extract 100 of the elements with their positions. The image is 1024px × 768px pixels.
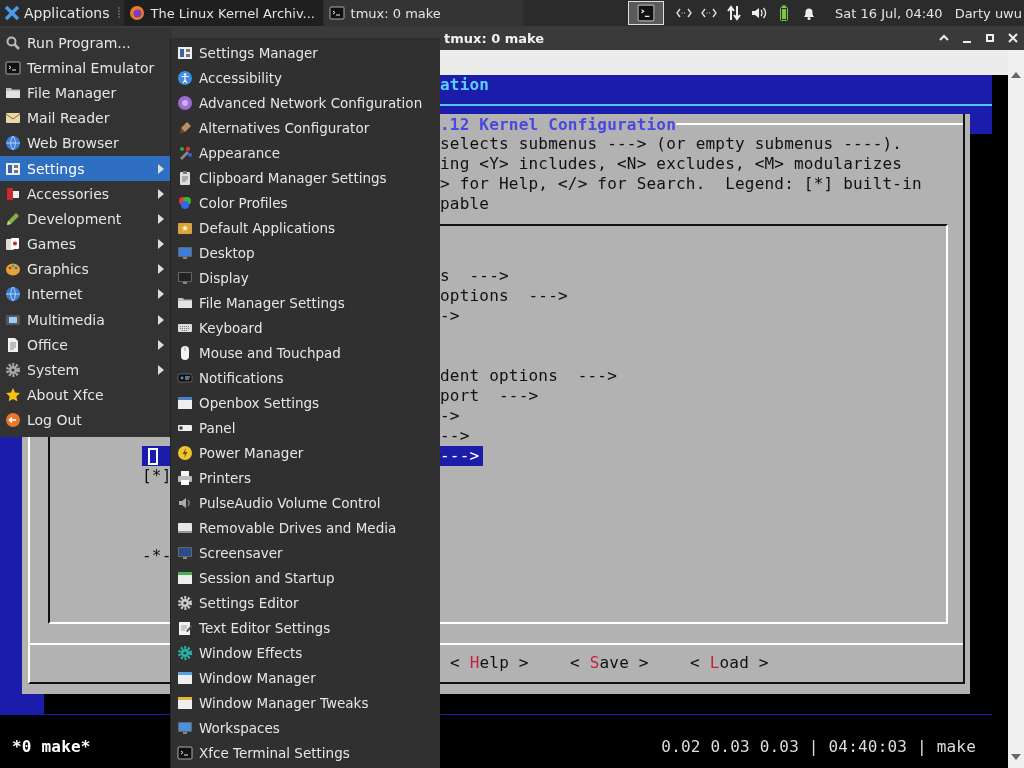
menu-entry[interactable]: [*] (142, 466, 172, 486)
maximize-icon (983, 32, 996, 44)
browser-icon (128, 5, 145, 21)
menu-item[interactable]: Alternatives Configurator (171, 115, 440, 140)
document-icon (5, 336, 21, 353)
menu-item[interactable]: PulseAudio Volume Control (171, 490, 440, 515)
terminal-icon (637, 4, 656, 22)
transfer-icon[interactable] (726, 5, 743, 21)
clock[interactable]: Sat 16 Jul, 04:40 (835, 5, 943, 21)
menu-entry[interactable]: dent options ---> (440, 366, 617, 386)
caret-icon (158, 289, 164, 300)
dialog-title: .12 Kernel Configuration (440, 114, 676, 134)
grid-icon (177, 44, 193, 61)
brush-icon (177, 119, 193, 136)
menu-entry[interactable]: port ---> (440, 386, 539, 406)
help-text: ing <Y> includes, <N> excludes, <M> modularizes (440, 154, 903, 173)
scrollbar[interactable] (1008, 50, 1024, 768)
menu-item[interactable]: Web Browser (0, 130, 172, 156)
pencil-icon (5, 210, 21, 227)
help-text: > for Help, </> for Search. Legend: [*] built-in (440, 174, 922, 193)
menu-item[interactable]: Mouse and Touchpad (171, 340, 440, 365)
menu-entry[interactable]: options ---> (440, 286, 568, 306)
menu-item[interactable]: Display (171, 265, 440, 290)
monitor-icon (177, 719, 193, 736)
menu-item[interactable]: Removable Drives and Media (171, 515, 440, 540)
menu-entry[interactable]: -> (440, 406, 460, 426)
menu-item[interactable]: Text Editor Settings (171, 615, 440, 640)
menu-item[interactable]: Settings Manager (171, 40, 440, 65)
dialog-button[interactable]: < Load > (690, 653, 769, 672)
menu-entry[interactable]: -*- (142, 546, 172, 566)
terminal-icon (5, 59, 21, 76)
menu-entry[interactable]: -> (440, 306, 460, 326)
lightning-icon (177, 444, 193, 461)
menu-item[interactable]: Color Profiles (171, 190, 440, 215)
menu-item[interactable]: Settings Editor (171, 590, 440, 615)
menu-item[interactable]: System (0, 357, 172, 383)
user-name[interactable]: Darty uwu (954, 5, 1022, 21)
cross-icon (4, 5, 20, 21)
menu-item[interactable]: Window Effects (171, 640, 440, 665)
star-icon (5, 387, 21, 404)
menu-item[interactable]: Accessories (0, 181, 172, 207)
menu-item[interactable]: Office (0, 332, 172, 358)
menu-item[interactable]: Screensaver (171, 540, 440, 565)
terminal-launcher-button[interactable] (628, 1, 665, 25)
menu-item[interactable]: File Manager Settings (171, 290, 440, 315)
menu-item[interactable]: Multimedia (0, 307, 172, 333)
menu-item[interactable]: Workspaces (171, 715, 440, 740)
menu-item[interactable]: Advanced Network Configuration (171, 90, 440, 115)
gear-icon (177, 594, 193, 611)
help-text: pable (440, 194, 490, 213)
caret-icon (158, 264, 164, 275)
menu-item[interactable]: Appearance (171, 140, 440, 165)
dialog-button[interactable]: < Help > (450, 653, 529, 672)
color-circles-icon (177, 194, 193, 211)
window-title: tmux: 0 make (444, 30, 545, 46)
menu-item[interactable]: Mail Reader (0, 105, 172, 131)
globe-icon (5, 286, 21, 303)
menu-item[interactable]: Power Manager (171, 440, 440, 465)
task-button[interactable]: The Linux Kernel Archiv... (123, 0, 324, 26)
menu-item[interactable]: Window Manager Tweaks (171, 690, 440, 715)
menu-item[interactable]: Notifications (171, 365, 440, 390)
menu-item[interactable]: Printers (171, 465, 440, 490)
menu-item[interactable]: Terminal Emulator (0, 55, 172, 81)
menu-item[interactable]: Log Out (0, 407, 172, 433)
menu-entry[interactable]: s ---> (440, 266, 509, 286)
menu-item[interactable]: Settings (0, 155, 172, 182)
gear-icon (5, 362, 21, 379)
accessibility-icon (177, 69, 193, 86)
menu-item[interactable]: Accessibility (171, 65, 440, 90)
menu-item[interactable]: About Xfce (0, 382, 172, 408)
caret-icon (158, 213, 164, 224)
grid-icon (5, 160, 21, 177)
caret-icon (158, 339, 164, 350)
menu-item[interactable]: Desktop (171, 240, 440, 265)
menu-entry[interactable]: --> (440, 426, 470, 446)
menu-item[interactable]: Panel (171, 415, 440, 440)
menu-item[interactable]: Run Program... (0, 30, 172, 56)
menu-item[interactable]: Openbox Settings (171, 390, 440, 415)
volume-icon[interactable] (751, 5, 768, 21)
menu-item[interactable]: Internet (0, 281, 172, 308)
menu-item[interactable]: Session and Startup (171, 565, 440, 590)
scroll-down-icon[interactable] (1011, 754, 1021, 760)
menu-item[interactable]: Games (0, 231, 172, 257)
menu-item[interactable]: Xfce Terminal Settings (171, 740, 440, 765)
menu-item[interactable]: Graphics (0, 256, 172, 282)
menu-item[interactable]: Window Manager (171, 665, 440, 690)
cursor (148, 447, 158, 465)
menu-item[interactable]: Clipboard Manager Settings (171, 165, 440, 190)
clipboard-icon (177, 169, 193, 186)
dialog-button[interactable]: < Save > (570, 653, 649, 672)
menu-item[interactable]: Keyboard (171, 315, 440, 340)
menu-item[interactable]: Default Applications (171, 215, 440, 240)
monitor-icon (177, 544, 193, 561)
menu-item[interactable]: Development (0, 206, 172, 232)
menu-item[interactable]: File Manager (0, 80, 172, 106)
caret-icon (158, 314, 164, 325)
task-button[interactable]: tmux: 0 make (323, 0, 524, 26)
applications-button[interactable]: Applications (0, 0, 114, 26)
scroll-up-icon[interactable] (1011, 72, 1021, 78)
paintbrush-icon (177, 144, 193, 161)
